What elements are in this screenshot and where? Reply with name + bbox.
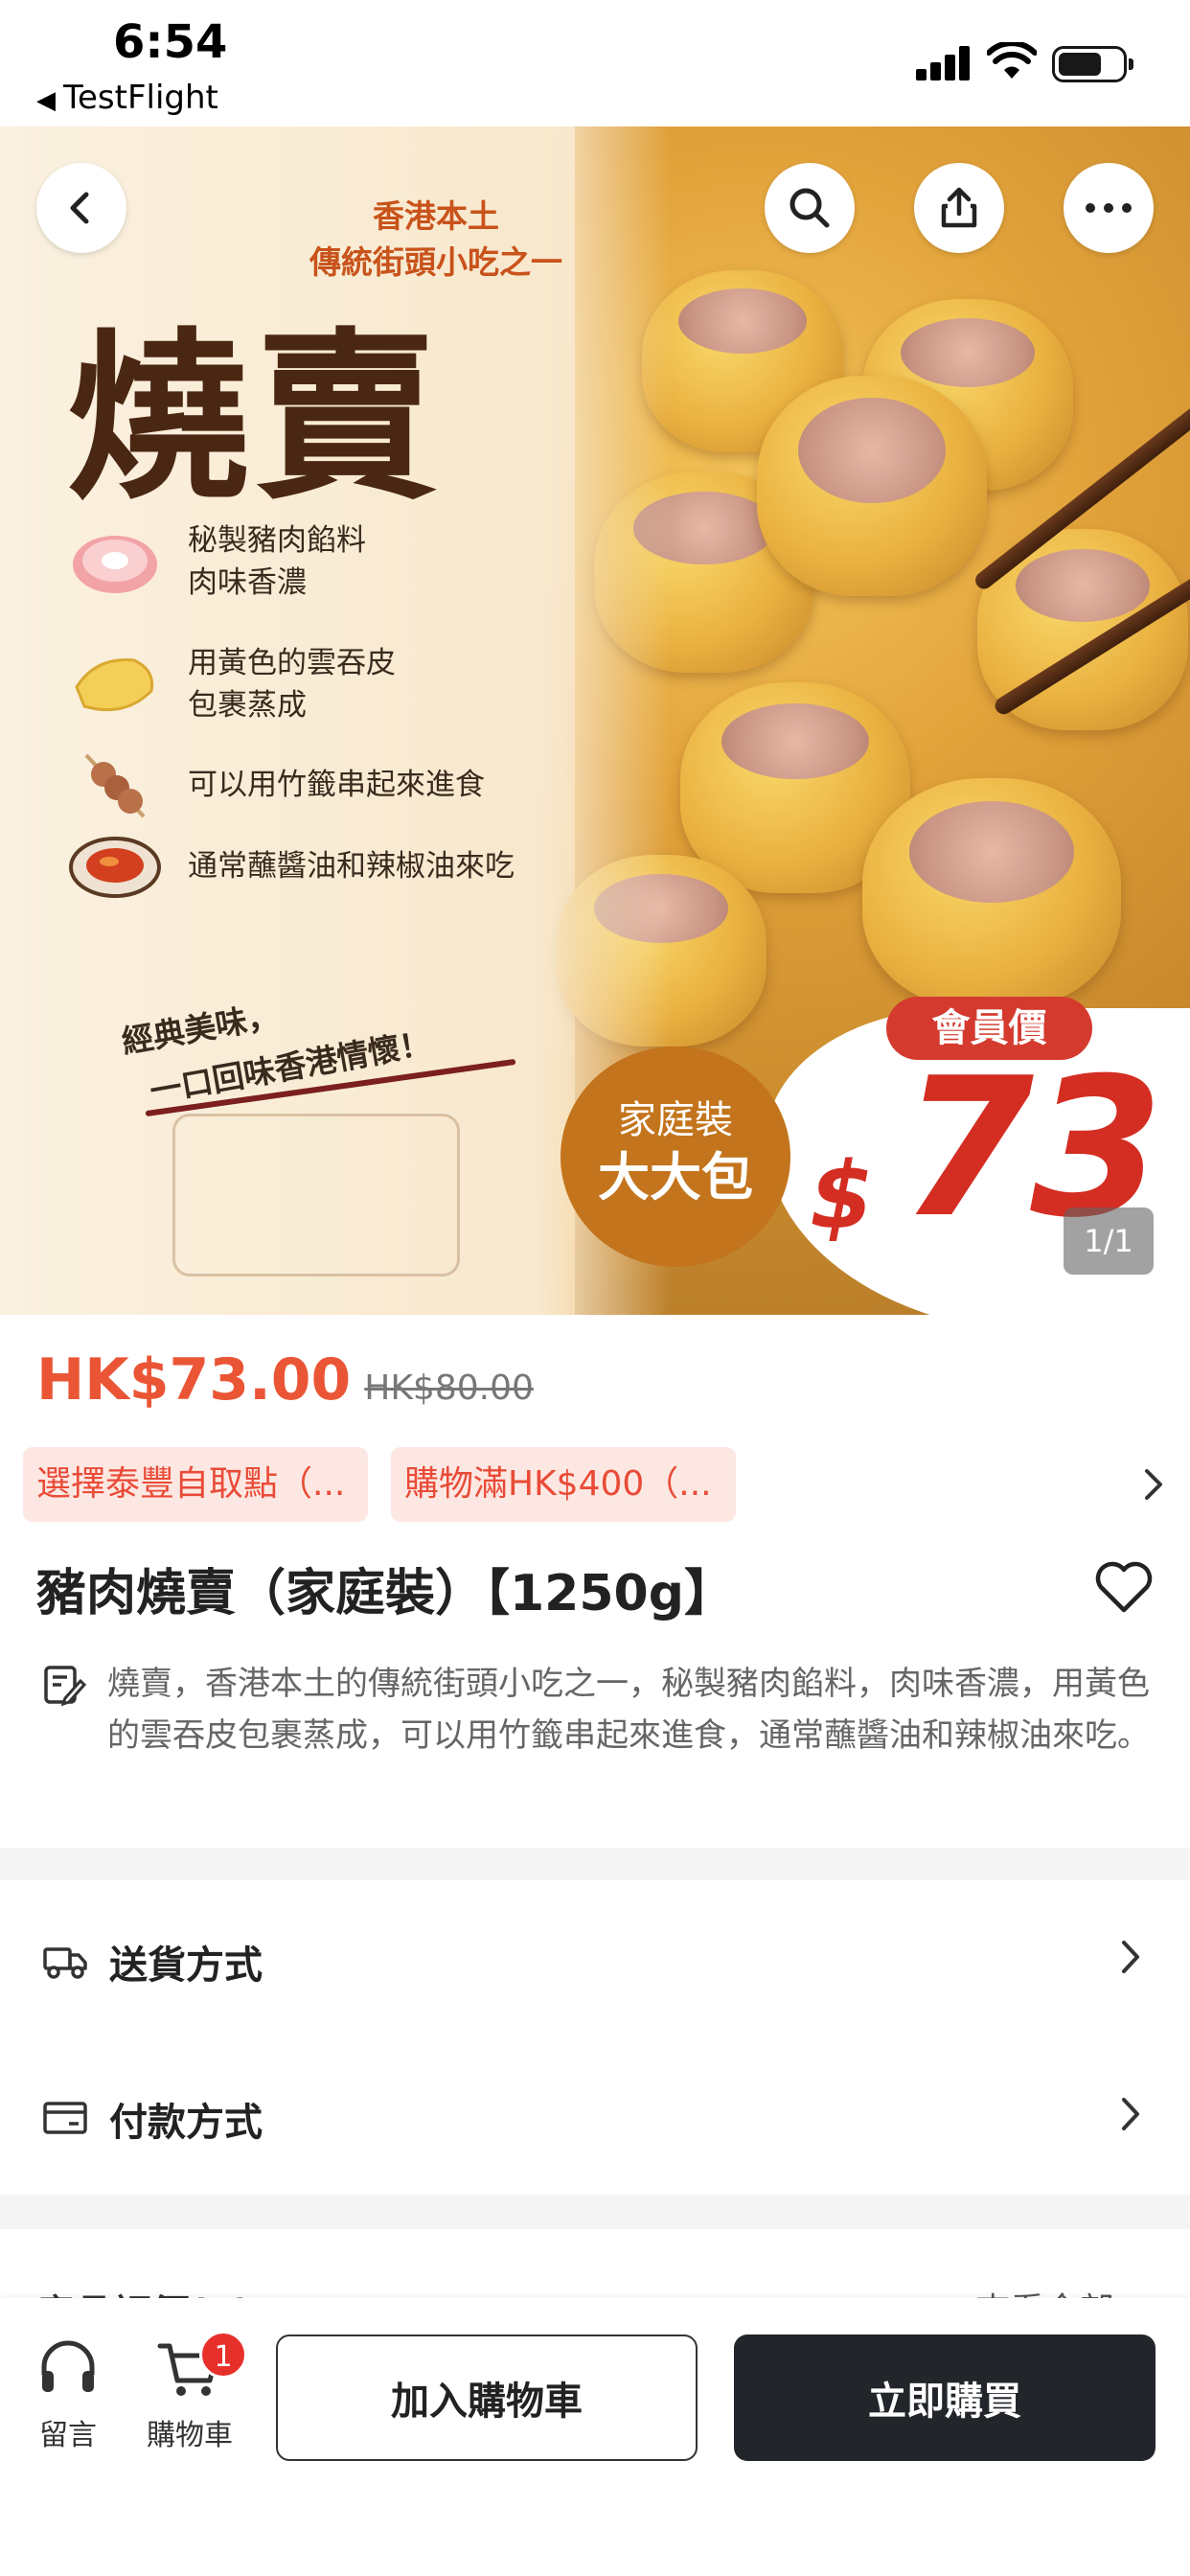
image-counter: 1/1 [1064,1208,1154,1275]
credit-card-icon [43,2102,87,2134]
favorite-heart-icon[interactable] [1094,1560,1154,1614]
hero-feature: 秘製豬肉餡料 肉味香濃 [67,519,366,604]
cart-count-badge: 1 [199,2331,247,2379]
chevron-right-icon[interactable] [1142,1466,1165,1503]
description-text: 燒賣，香港本土的傳統街頭小吃之一，秘製豬肉餡料，肉味香濃，用黃色的雲吞皮包裹蒸成… [107,1665,1150,1755]
pork-meat-icon [73,536,157,593]
title-row: 豬肉燒賣（家庭裝）【1250g】 [36,1552,1154,1629]
hero-feature-text: 秘製豬肉餡料 [188,523,366,558]
more-button[interactable] [1064,163,1154,253]
search-icon [790,188,830,228]
hero-feature-text: 用黃色的雲吞皮 [188,646,396,680]
cellular-signal-icon [916,46,972,80]
sauce-bowl-icon [69,837,161,898]
delivery-method-row[interactable]: 送貨方式 [0,1884,1190,2037]
back-triangle-icon: ◀ [36,86,56,115]
section-separator [0,1848,1190,1880]
more-dots-icon [1086,203,1132,213]
status-time: 6:54 [113,15,228,69]
search-button[interactable] [765,163,855,253]
hero-feature-text: 肉味香濃 [188,565,307,600]
battery-icon [1052,46,1133,82]
hero-feature-text: 包裹蒸成 [188,688,307,723]
status-bar: 6:54 ◀ TestFlight [0,0,1190,126]
product-image-carousel[interactable]: 香港本土 傳統街頭小吃之一 燒賣 秘製豬肉餡料 肉味香濃 用黃色的雲吞皮 包裹蒸成 … [0,126,1190,1315]
wonton-wrapper-icon [75,658,154,712]
back-button[interactable] [36,163,126,253]
chevron-right-icon [1122,2098,1139,2130]
share-icon [941,187,977,228]
delivery-truck-icon [43,1947,87,1979]
back-app-label: TestFlight [63,79,218,117]
hero-feature-text: 通常蘸醬油和辣椒油來吃 [188,849,515,884]
bottom-action-bar: 留言 1 購物車 加入購物車 立即購買 [0,2298,1190,2576]
message-label: 留言 [39,2419,97,2452]
product-description: 燒賣，香港本土的傳統街頭小吃之一，秘製豬肉餡料，肉味香濃，用黃色的雲吞皮包裹蒸成… [42,1658,1154,1761]
buy-now-button[interactable]: 立即購買 [734,2334,1156,2461]
payment-method-label: 付款方式 [109,2101,263,2145]
hero-feature: 用黃色的雲吞皮 包裹蒸成 [67,642,396,726]
wifi-icon [987,42,1037,79]
badge-line2: 大大包 [598,1147,753,1208]
steamer-basket-illustration [172,1114,460,1276]
skewer-icon [84,753,146,818]
badge-line1: 家庭裝 [618,1098,733,1142]
original-price: HK$80.00 [364,1368,534,1408]
add-to-cart-button[interactable]: 加入購物車 [276,2334,698,2461]
payment-method-row[interactable]: 付款方式 [0,2041,1190,2195]
price-row: HK$73.00 HK$80.00 [36,1346,534,1414]
hero-feature: 通常蘸醬油和辣椒油來吃 [67,831,515,902]
member-price-symbol: $ [810,1142,874,1250]
family-pack-badge: 家庭裝 大大包 [561,1046,790,1267]
product-title: 豬肉燒賣（家庭裝）【1250g】 [36,1565,734,1622]
chevron-left-icon [70,192,89,224]
promo-tag[interactable]: 購物滿HK$400（... [391,1447,736,1522]
current-price: HK$73.00 [36,1346,352,1414]
back-to-app-link[interactable]: ◀ TestFlight [36,79,218,117]
delivery-method-label: 送貨方式 [109,1944,263,1988]
hero-tagline-line1: 香港本土 [373,197,499,235]
promo-tag[interactable]: 選擇泰豐自取點（... [23,1447,368,1522]
headset-icon [41,2340,95,2392]
section-separator [0,2195,1190,2229]
cart-label: 購物車 [147,2419,233,2452]
note-edit-icon [44,1666,86,1707]
chevron-right-icon [1122,1941,1139,1973]
cart-button[interactable]: 1 購物車 [142,2331,247,2453]
promo-tags[interactable]: 選擇泰豐自取點（... 購物滿HK$400（... [23,1447,1173,1522]
share-button[interactable] [914,163,1004,253]
hero-feature-text: 可以用竹籤串起來進食 [188,768,485,802]
message-button[interactable]: 留言 [36,2338,100,2453]
hero-feature: 可以用竹籤串起來進食 [67,749,485,820]
hero-title: 燒賣 [67,310,444,524]
